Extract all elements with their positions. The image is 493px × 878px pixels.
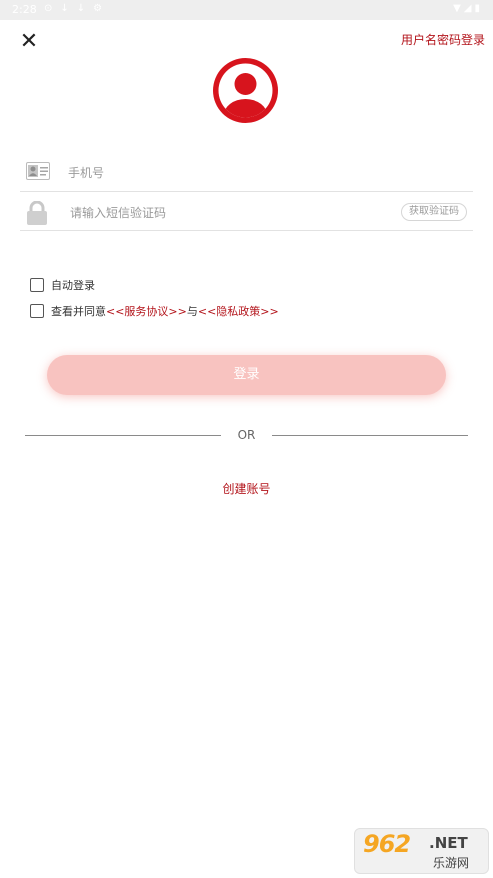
id-card-icon [26,162,50,184]
or-divider-text: OR [237,428,256,442]
watermark-net: .NET [429,834,468,852]
create-account-row: 创建账号 [0,480,493,497]
site-watermark-logo: 962 .NET 乐游网 [354,828,489,874]
get-code-button[interactable]: 获取验证码 [401,203,467,221]
agree-conjunction: 与 [186,305,198,318]
privacy-policy-link[interactable]: <<隐私政策>> [198,303,279,319]
sms-code-field: 获取验证码 [20,192,473,231]
sms-code-input[interactable] [68,203,392,223]
user-avatar-icon [213,58,278,123]
watermark-subtitle: 乐游网 [433,856,470,870]
create-account-link[interactable]: 创建账号 [222,482,270,496]
agree-prefix: 查看并同意 [51,305,106,318]
status-notification-icons: ⊙↓↓⚙ [44,3,111,14]
phone-input[interactable] [66,163,450,183]
auto-login-checkbox[interactable] [30,278,44,292]
divider-left [25,435,221,436]
login-button[interactable]: 登录 [47,355,446,395]
username-password-login-link[interactable]: 用户名密码登录 [401,31,485,48]
status-system-icons: ▼◢▮ [453,3,483,14]
service-agreement-link[interactable]: <<服务协议>> [106,303,187,319]
agreement-option: 查看并同意 <<服务协议>> 与 <<隐私政策>> [30,303,279,319]
divider-right [272,435,468,436]
auto-login-option: 自动登录 [30,277,95,293]
status-bar: 2:28 ⊙↓↓⚙ ▼◢▮ [0,0,493,20]
lock-icon [26,200,48,229]
status-time: 2:28 [12,3,37,16]
watermark-number: 962 [363,830,411,858]
auto-login-label: 自动登录 [51,279,95,292]
close-button[interactable]: ✕ [18,31,40,53]
agreement-checkbox[interactable] [30,304,44,318]
phone-field [20,153,473,192]
